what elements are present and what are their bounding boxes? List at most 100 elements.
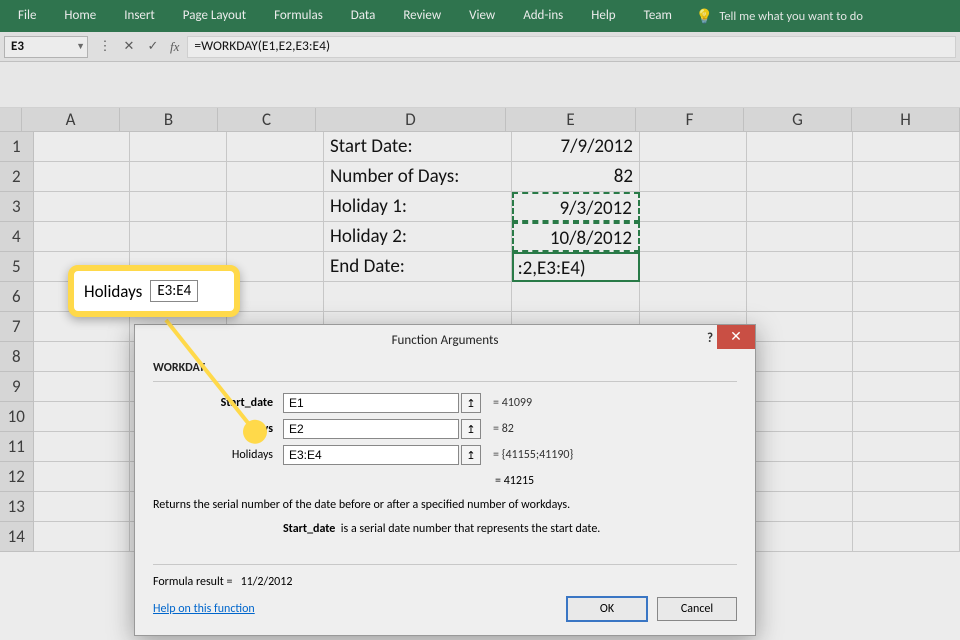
cell-F3[interactable]: [640, 192, 747, 222]
cell-F2[interactable]: [640, 162, 747, 192]
cell-A11[interactable]: [34, 432, 131, 462]
dialog-titlebar[interactable]: Function Arguments ? ✕: [135, 325, 755, 355]
cell-H9[interactable]: [853, 372, 960, 402]
ok-button[interactable]: OK: [567, 597, 647, 621]
cell-F5[interactable]: [640, 252, 747, 282]
row-header-9[interactable]: 9: [0, 372, 34, 402]
range-selector-icon[interactable]: ↥: [461, 419, 481, 439]
row-header-8[interactable]: 8: [0, 342, 34, 372]
range-selector-icon[interactable]: ↥: [461, 393, 481, 413]
cell-H2[interactable]: [853, 162, 960, 192]
cell-B1[interactable]: [130, 132, 227, 162]
cell-F4[interactable]: [640, 222, 747, 252]
cell-H5[interactable]: [853, 252, 960, 282]
cell-E1[interactable]: 7/9/2012: [512, 132, 640, 162]
cancel-icon[interactable]: ✕: [118, 36, 140, 58]
select-all-corner[interactable]: [0, 108, 22, 132]
cell-B4[interactable]: [130, 222, 227, 252]
range-selector-icon[interactable]: ↥: [461, 445, 481, 465]
cell-H11[interactable]: [853, 432, 960, 462]
cell-H14[interactable]: [853, 522, 960, 552]
ribbon-tab-data[interactable]: Data: [337, 0, 390, 32]
cancel-button[interactable]: Cancel: [657, 597, 737, 621]
ribbon-tab-help[interactable]: Help: [577, 0, 629, 32]
cell-F1[interactable]: [640, 132, 747, 162]
cell-D3[interactable]: Holiday 1:: [324, 192, 512, 222]
ribbon-tab-add-ins[interactable]: Add-ins: [509, 0, 577, 32]
chevron-down-icon[interactable]: ▼: [76, 41, 85, 52]
cell-G3[interactable]: [747, 192, 854, 222]
enter-icon[interactable]: ✓: [142, 36, 164, 58]
ribbon-tab-page-layout[interactable]: Page Layout: [169, 0, 260, 32]
row-header-5[interactable]: 5: [0, 252, 34, 282]
cell-H13[interactable]: [853, 492, 960, 522]
row-header-13[interactable]: 13: [0, 492, 34, 522]
help-icon[interactable]: ?: [707, 331, 713, 346]
cell-D4[interactable]: Holiday 2:: [324, 222, 512, 252]
cell-G4[interactable]: [747, 222, 854, 252]
column-header-C[interactable]: C: [218, 108, 316, 132]
cell-H12[interactable]: [853, 462, 960, 492]
cell-G9[interactable]: [747, 372, 854, 402]
formula-input[interactable]: =WORKDAY(E1,E2,E3:E4): [187, 36, 956, 58]
cell-D5[interactable]: End Date:: [324, 252, 512, 282]
cell-C5[interactable]: [227, 252, 324, 282]
cell-E4[interactable]: 10/8/2012: [512, 222, 640, 252]
cell-H3[interactable]: [853, 192, 960, 222]
cell-G8[interactable]: [747, 342, 854, 372]
cell-C6[interactable]: [227, 282, 324, 312]
cell-G7[interactable]: [747, 312, 854, 342]
cell-A10[interactable]: [34, 402, 131, 432]
cell-G12[interactable]: [747, 462, 854, 492]
ribbon-tab-review[interactable]: Review: [389, 0, 455, 32]
cell-E3[interactable]: 9/3/2012: [512, 192, 640, 222]
cell-H7[interactable]: [853, 312, 960, 342]
cell-D1[interactable]: Start Date:: [324, 132, 512, 162]
cell-H8[interactable]: [853, 342, 960, 372]
cell-A4[interactable]: [34, 222, 131, 252]
cell-G5[interactable]: [747, 252, 854, 282]
cell-G10[interactable]: [747, 402, 854, 432]
cell-E2[interactable]: 82: [512, 162, 640, 192]
arg-input-days[interactable]: [283, 419, 459, 439]
cell-D2[interactable]: Number of Days:: [324, 162, 512, 192]
row-header-7[interactable]: 7: [0, 312, 34, 342]
cell-H1[interactable]: [853, 132, 960, 162]
cell-G1[interactable]: [747, 132, 854, 162]
cell-A2[interactable]: [34, 162, 131, 192]
cell-A13[interactable]: [34, 492, 131, 522]
cell-E5[interactable]: :2,E3:E4): [512, 252, 640, 282]
expand-icon[interactable]: ⋮: [94, 36, 116, 58]
cell-G13[interactable]: [747, 492, 854, 522]
cell-H4[interactable]: [853, 222, 960, 252]
column-header-D[interactable]: D: [316, 108, 506, 132]
cell-C4[interactable]: [227, 222, 324, 252]
ribbon-tab-team[interactable]: Team: [630, 0, 686, 32]
cell-B2[interactable]: [130, 162, 227, 192]
cell-A9[interactable]: [34, 372, 131, 402]
cell-C2[interactable]: [227, 162, 324, 192]
cell-A14[interactable]: [34, 522, 131, 552]
cell-B3[interactable]: [130, 192, 227, 222]
tell-me-input[interactable]: Tell me what you want to do: [719, 9, 863, 24]
row-header-14[interactable]: 14: [0, 522, 34, 552]
row-header-10[interactable]: 10: [0, 402, 34, 432]
cell-C1[interactable]: [227, 132, 324, 162]
cell-G2[interactable]: [747, 162, 854, 192]
cell-H10[interactable]: [853, 402, 960, 432]
column-header-B[interactable]: B: [120, 108, 218, 132]
cell-D6[interactable]: [324, 282, 512, 312]
cell-F6[interactable]: [640, 282, 747, 312]
arg-input-start_date[interactable]: [283, 393, 459, 413]
row-header-6[interactable]: 6: [0, 282, 34, 312]
cell-A1[interactable]: [34, 132, 131, 162]
column-header-H[interactable]: H: [852, 108, 960, 132]
cell-A8[interactable]: [34, 342, 131, 372]
column-header-F[interactable]: F: [636, 108, 744, 132]
row-header-11[interactable]: 11: [0, 432, 34, 462]
row-header-1[interactable]: 1: [0, 132, 34, 162]
column-header-A[interactable]: A: [22, 108, 120, 132]
fx-icon[interactable]: fx: [170, 39, 179, 55]
ribbon-tab-insert[interactable]: Insert: [110, 0, 169, 32]
row-header-4[interactable]: 4: [0, 222, 34, 252]
